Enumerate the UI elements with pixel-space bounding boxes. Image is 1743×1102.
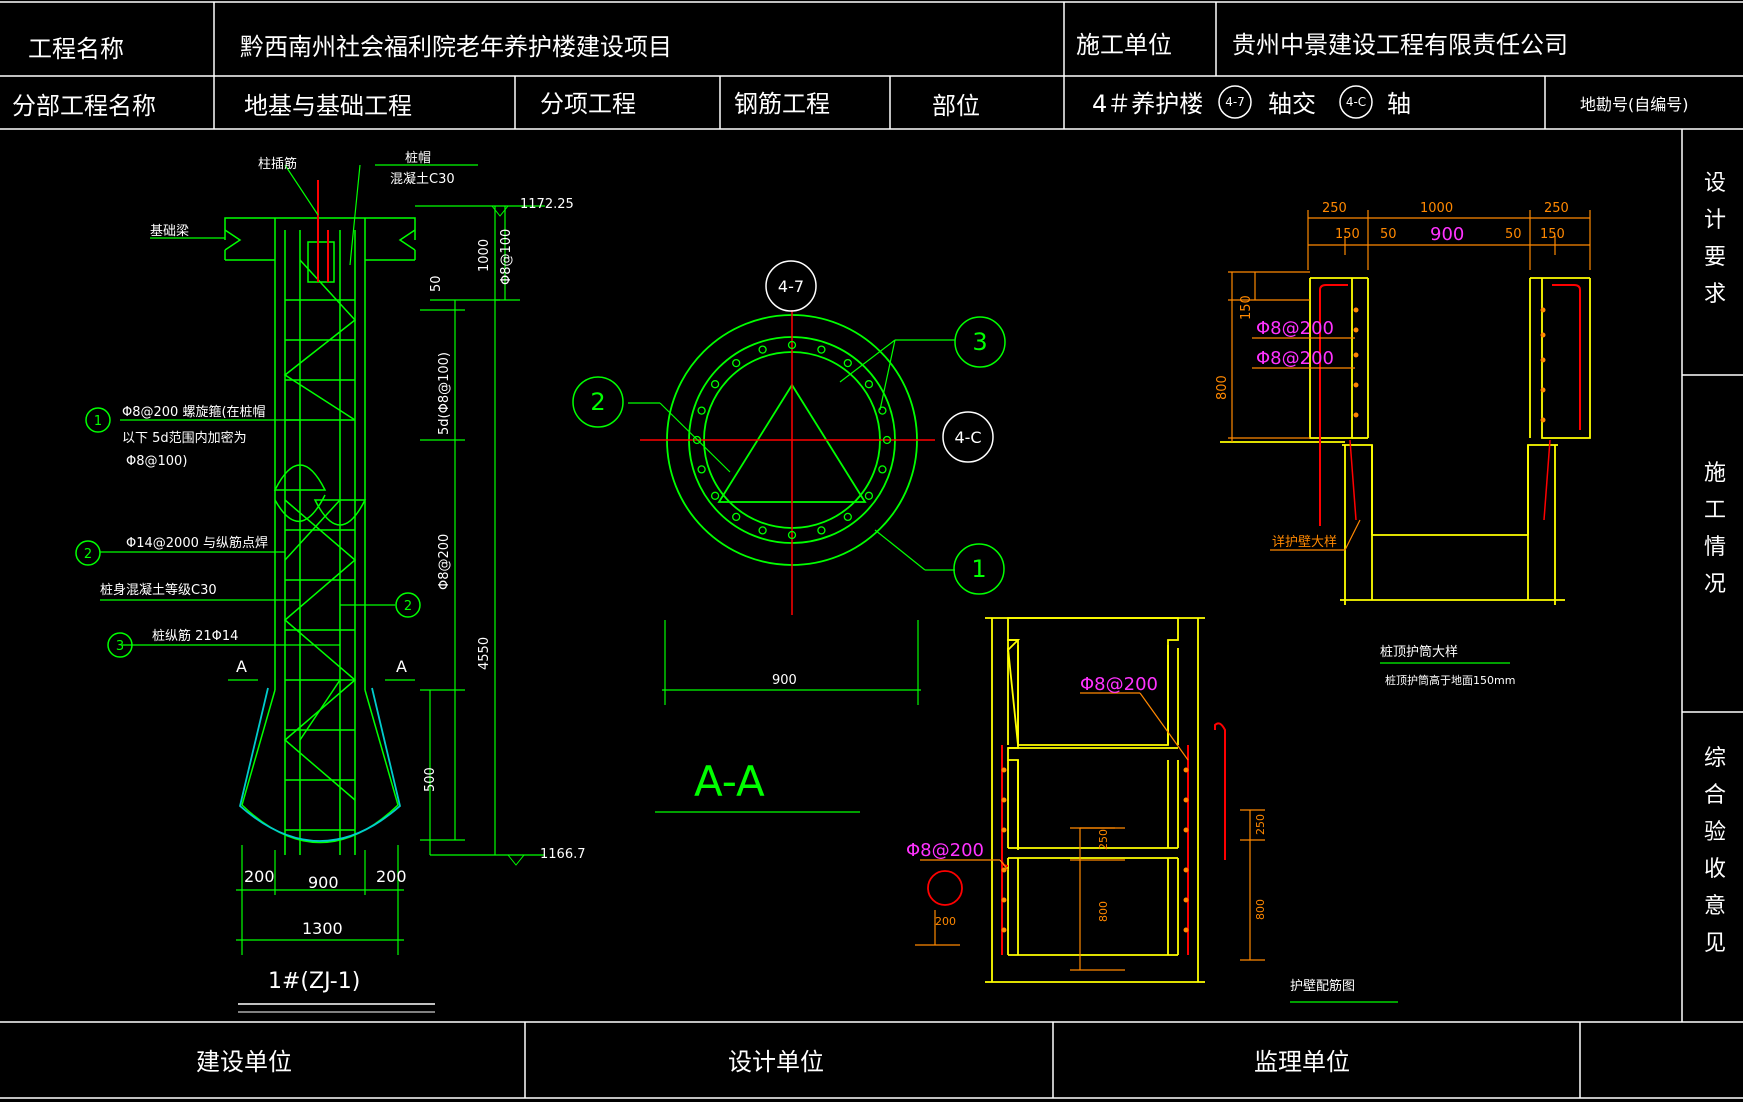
project-name-value: 黔西南州社会福利院老年养护楼建设项目	[240, 33, 672, 61]
collar-dim-800: 800	[1215, 375, 1230, 400]
wall-dim-800b: 800	[1254, 899, 1267, 920]
item-label: 分项工程	[540, 90, 636, 118]
svg-text:4-7: 4-7	[1225, 95, 1245, 109]
design-unit-label: 设计单位	[728, 1048, 824, 1076]
elevation-bottom: 1166.7	[540, 847, 586, 862]
cap-concrete-label: 混凝土C30	[390, 171, 455, 187]
elevation-top: 1172.25	[520, 197, 574, 212]
collar-dim-250a: 250	[1322, 201, 1347, 216]
dim-200-left: 200	[244, 867, 275, 886]
foundation-beam-label: 基础梁	[150, 224, 189, 239]
pile-cap-label: 桩帽	[405, 150, 431, 166]
wall-dim-250a: 250	[1097, 829, 1110, 850]
dim-1000: 1000	[477, 239, 492, 272]
collar-dim-50a: 50	[1380, 227, 1397, 242]
collar-dim-1000: 1000	[1420, 201, 1453, 216]
contractor-value: 贵州中景建设工程有限责任公司	[1232, 31, 1568, 59]
svg-text:2: 2	[590, 388, 605, 416]
wall-dim-200: 200	[935, 915, 956, 928]
owner-unit-label: 建设单位	[196, 1048, 292, 1076]
dim-1300: 1300	[302, 919, 343, 938]
collar-dim-900: 900	[1430, 224, 1464, 245]
dim-500: 500	[423, 767, 438, 792]
svg-text:1: 1	[971, 555, 986, 583]
dim-200-right: 200	[376, 867, 407, 886]
svg-text:2: 2	[84, 547, 92, 562]
dim-900: 900	[308, 873, 339, 892]
svg-text:3: 3	[972, 328, 987, 356]
dim-5d: 5d(Φ8@100)	[437, 352, 452, 435]
pile-title: 1#(ZJ-1)	[268, 969, 360, 994]
dim-phi8-100: Φ8@100	[499, 229, 514, 285]
drawing-canvas: 工程名称 黔西南州社会福利院老年养护楼建设项目 施工单位 贵州中景建设工程有限责…	[0, 0, 1743, 1102]
subdivision-label: 分部工程名称	[12, 92, 156, 120]
subdivision-value: 地基与基础工程	[244, 92, 412, 120]
axis-join-text: 轴交	[1268, 90, 1316, 118]
collar-dim-150b: 150	[1540, 227, 1565, 242]
wall-bar-top: Φ8@200	[1080, 674, 1158, 695]
supervision-unit-label: 监理单位	[1254, 1048, 1350, 1076]
spiral-stirrup-note-1: Φ8@200 螺旋箍(在桩帽	[122, 404, 266, 420]
collar-bar-2: Φ8@200	[1256, 348, 1334, 369]
collar-dim-150-vertical: 150	[1239, 295, 1254, 320]
wall-dim-800a: 800	[1097, 901, 1110, 922]
section-dim-900: 900	[772, 673, 797, 688]
longitudinal-bar-note: 桩纵筋 21Φ14	[152, 628, 238, 644]
wall-bar-left: Φ8@200	[906, 840, 984, 861]
svg-text:4-C: 4-C	[1346, 95, 1366, 109]
pile-concrete-note: 桩身混凝土等级C30	[100, 582, 217, 598]
dim-50: 50	[429, 275, 444, 292]
svg-text:1: 1	[94, 414, 102, 429]
drawing-number-label: 地勘号(自编号)	[1580, 95, 1689, 114]
svg-text:2: 2	[404, 599, 412, 614]
part-label: 部位	[932, 92, 980, 120]
collar-bar-1: Φ8@200	[1256, 318, 1334, 339]
section-mark-right: A	[396, 657, 407, 676]
item-value: 钢筋工程	[734, 90, 830, 118]
part-value: 4＃养护楼	[1092, 90, 1203, 118]
wall-dim-250b: 250	[1254, 814, 1267, 835]
column-rebar-label: 柱插筋	[258, 156, 297, 172]
dim-phi8-200: Φ8@200	[437, 534, 452, 590]
wall-title: 护壁配筋图	[1290, 978, 1355, 994]
collar-dim-50b: 50	[1505, 227, 1522, 242]
collar-detail-ref: 详护壁大样	[1272, 535, 1337, 550]
project-name-label: 工程名称	[28, 35, 124, 63]
collar-dim-250b: 250	[1544, 201, 1569, 216]
collar-dim-150a: 150	[1335, 227, 1360, 242]
ring-bar-note: Φ14@2000 与纵筋点焊	[126, 535, 268, 551]
contractor-label: 施工单位	[1076, 31, 1172, 59]
collar-note: 桩顶护筒高于地面150mm	[1385, 673, 1515, 687]
dim-4550: 4550	[477, 637, 492, 670]
spiral-stirrup-note-2: 以下 5d范围内加密为	[122, 430, 247, 446]
axis-suffix-text: 轴	[1387, 90, 1411, 118]
section-mark-left: A	[236, 657, 247, 676]
svg-text:3: 3	[116, 639, 124, 654]
svg-text:4-7: 4-7	[778, 277, 804, 296]
section-title: A-A	[694, 757, 765, 806]
spiral-stirrup-note-3: Φ8@100)	[126, 454, 187, 469]
svg-text:4-C: 4-C	[954, 428, 981, 447]
collar-title: 桩顶护筒大样	[1380, 644, 1458, 660]
